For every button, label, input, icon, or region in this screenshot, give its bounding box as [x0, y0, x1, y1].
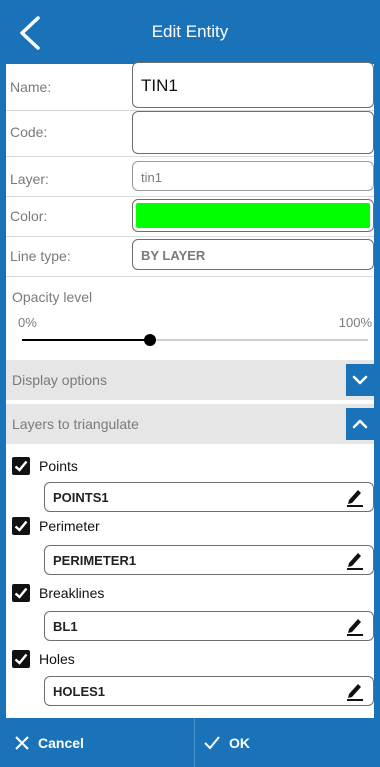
color-picker[interactable] [132, 199, 374, 232]
layers-to-triangulate-label: Layers to triangulate [12, 416, 139, 432]
perimeter-layer-field[interactable]: PERIMETER1 [44, 545, 374, 575]
check-icon [14, 520, 28, 532]
code-input[interactable] [132, 111, 374, 154]
code-label: Code: [10, 124, 48, 140]
perimeter-label: Perimeter [39, 518, 100, 534]
name-input[interactable]: TIN1 [132, 62, 374, 108]
chevron-down-icon [352, 375, 368, 385]
footer-bar: Cancel OK [6, 718, 374, 767]
holes-label: Holes [39, 651, 75, 667]
breaklines-label: Breaklines [39, 585, 105, 601]
cancel-button[interactable]: Cancel [6, 718, 194, 767]
holes-layer-field[interactable]: HOLES1 [44, 676, 374, 706]
check-icon [14, 653, 28, 665]
perimeter-checkbox[interactable] [12, 517, 30, 535]
layer-label: Layer: [10, 171, 49, 187]
app-header: Edit Entity [6, 0, 374, 64]
divider [6, 236, 374, 237]
pencil-icon[interactable] [345, 615, 365, 637]
ok-button[interactable]: OK [195, 718, 374, 767]
page-title: Edit Entity [151, 22, 229, 41]
pencil-icon[interactable] [345, 486, 365, 508]
layers-to-triangulate-section[interactable]: Layers to triangulate [6, 404, 374, 444]
points-checkbox[interactable] [12, 457, 30, 475]
display-options-toggle[interactable] [346, 364, 374, 396]
points-label: Points [39, 458, 78, 474]
pencil-icon[interactable] [345, 549, 365, 571]
line-type-value: BY LAYER [141, 248, 206, 263]
name-label: Name: [10, 79, 52, 95]
perimeter-layer-value: PERIMETER1 [53, 553, 137, 568]
name-value: TIN1 [141, 76, 178, 95]
divider [6, 156, 374, 157]
pencil-icon[interactable] [345, 680, 365, 702]
breaklines-layer-value: BL1 [53, 619, 78, 634]
points-layer-field[interactable]: POINTS1 [44, 482, 374, 512]
divider [6, 196, 374, 197]
layer-input[interactable]: tin1 [132, 161, 374, 191]
display-options-section[interactable]: Display options [6, 360, 374, 400]
layers-to-triangulate-toggle[interactable] [346, 408, 374, 440]
display-options-label: Display options [12, 372, 107, 388]
close-icon [15, 736, 29, 750]
opacity-label: Opacity level [12, 289, 93, 305]
holes-layer-value: HOLES1 [53, 684, 106, 699]
line-type-label: Line type: [10, 248, 71, 264]
slider-fill [22, 339, 151, 341]
color-label: Color: [10, 208, 48, 224]
layer-value: tin1 [141, 170, 162, 185]
edit-entity-screen: Edit Entity Name: TIN1 Code: Layer: tin1… [0, 0, 380, 767]
opacity-slider[interactable] [22, 334, 368, 346]
check-icon [14, 460, 28, 472]
points-layer-value: POINTS1 [53, 490, 109, 505]
holes-checkbox[interactable] [12, 650, 30, 668]
check-icon [204, 736, 220, 750]
chevron-up-icon [352, 419, 368, 429]
cancel-label: Cancel [38, 735, 84, 751]
check-icon [14, 587, 28, 599]
color-swatch [136, 203, 370, 228]
ok-label: OK [229, 735, 250, 751]
slider-max-label: 100% [338, 315, 372, 330]
divider [6, 276, 374, 277]
breaklines-checkbox[interactable] [12, 584, 30, 602]
slider-min-label: 0% [18, 315, 37, 330]
breaklines-layer-field[interactable]: BL1 [44, 611, 374, 641]
line-type-select[interactable]: BY LAYER [132, 239, 374, 270]
slider-thumb[interactable] [144, 334, 157, 346]
